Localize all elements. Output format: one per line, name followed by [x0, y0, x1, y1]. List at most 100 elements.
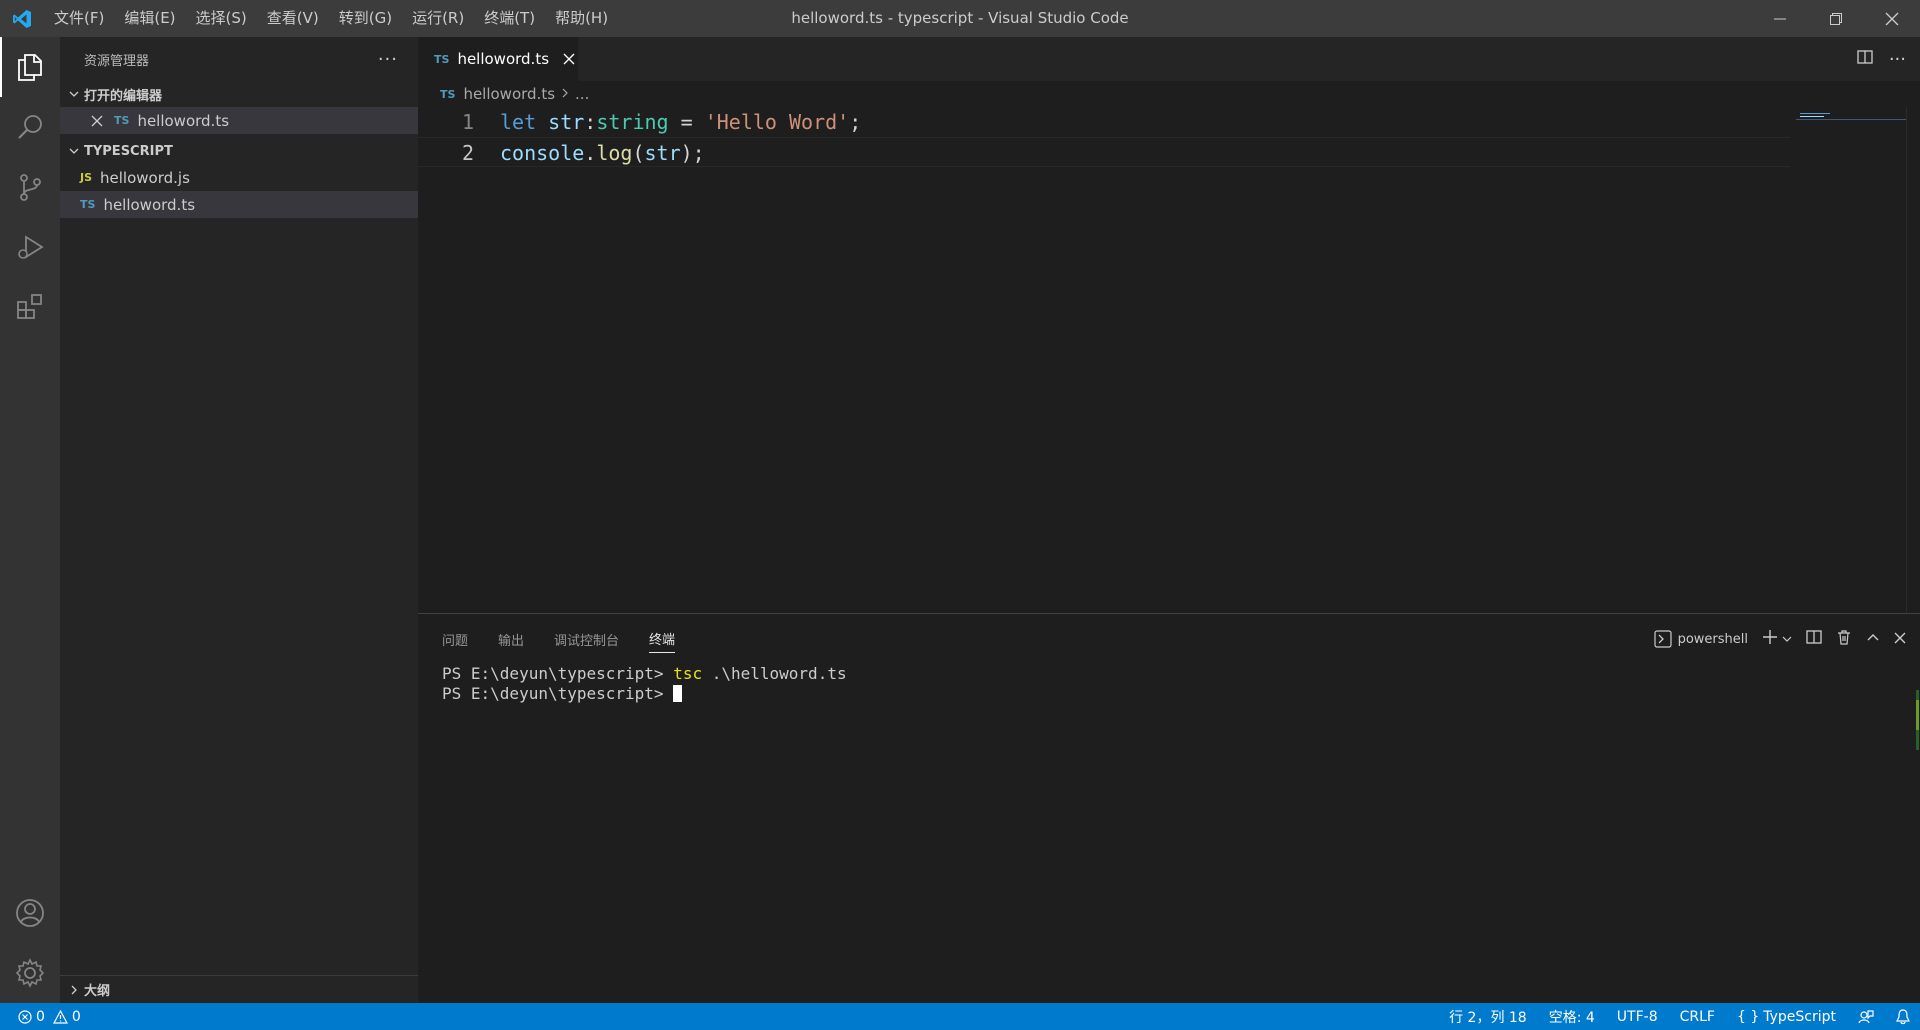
menu-view[interactable]: 查看(V) [257, 0, 329, 37]
file-item[interactable]: TS helloword.ts [60, 191, 418, 218]
breadcrumb-chevron-icon [561, 85, 569, 103]
menu-run[interactable]: 运行(R) [402, 0, 474, 37]
editor-tab-bar: TS helloword.ts ··· [418, 37, 1920, 81]
error-icon [18, 1009, 32, 1024]
language-mode[interactable]: { } TypeScript [1737, 1009, 1836, 1025]
explorer-button[interactable] [0, 37, 60, 97]
files-icon [18, 54, 42, 81]
shell-name: powershell [1677, 631, 1748, 647]
line-number: 2 [461, 141, 474, 165]
panel-actions: powershell [1653, 614, 1906, 664]
terminal-line: PS E:\deyun\typescript> tsc .\helloword.… [442, 664, 1920, 684]
language-label: TypeScript [1763, 1008, 1836, 1025]
tab-problems[interactable]: 问题 [442, 626, 468, 653]
bell-icon[interactable] [1896, 1008, 1910, 1025]
tab-label: helloword.ts [457, 50, 550, 68]
encoding[interactable]: UTF-8 [1617, 1009, 1658, 1025]
breadcrumb-rest[interactable]: ... [575, 85, 589, 103]
feedback-icon[interactable] [1858, 1009, 1874, 1025]
folder-label: TYPESCRIPT [84, 143, 173, 159]
chevron-down-icon [64, 88, 84, 100]
terminal-scrollbar[interactable] [1910, 690, 1920, 750]
outline-header[interactable]: 大纲 [60, 975, 418, 1003]
warning-icon [52, 1009, 68, 1024]
maximize-panel-icon[interactable] [1866, 630, 1880, 648]
tab-terminal[interactable]: 终端 [649, 625, 676, 653]
folder-header[interactable]: TYPESCRIPT [60, 138, 418, 164]
terminal-command: tsc [673, 664, 703, 683]
terminal-line: PS E:\deyun\typescript> [442, 684, 1920, 704]
outline-label: 大纲 [84, 984, 111, 999]
split-editor-icon[interactable] [1857, 49, 1873, 69]
editor-tab[interactable]: TS helloword.ts [418, 37, 578, 81]
typescript-file-icon: TS [114, 114, 130, 127]
code-editor[interactable]: 1 let str:string = 'Hello Word'; 2 console.… [418, 107, 1920, 167]
new-terminal-icon[interactable] [1762, 629, 1778, 649]
breadcrumb-file[interactable]: helloword.ts [463, 85, 555, 103]
code-token: string [596, 110, 669, 134]
terminal-prompt: PS E:\deyun\typescript> [442, 664, 674, 683]
open-editors-header[interactable]: 打开的编辑器 [60, 81, 418, 107]
gear-icon [15, 958, 45, 988]
search-icon [18, 115, 42, 139]
tab-debug-console[interactable]: 调试控制台 [554, 626, 619, 653]
terminal-shell-select[interactable]: powershell [1653, 630, 1748, 648]
minimap[interactable] [1796, 107, 1906, 167]
warning-count: 0 [71, 1008, 81, 1025]
minimize-button[interactable] [1752, 0, 1808, 37]
code-line[interactable]: 2 console.log(str); [418, 137, 1790, 167]
problems-status[interactable]: 0 0 [0, 1009, 81, 1025]
line-ending[interactable]: CRLF [1680, 1009, 1715, 1025]
more-actions-icon[interactable]: ··· [1889, 49, 1906, 70]
code-line[interactable]: 1 let str:string = 'Hello Word'; [418, 107, 1920, 137]
trash-icon[interactable] [1836, 629, 1852, 649]
menu-go[interactable]: 转到(G) [329, 0, 402, 37]
menu-help[interactable]: 帮助(H) [545, 0, 618, 37]
more-actions-icon[interactable]: ··· [378, 49, 398, 70]
line-number: 1 [461, 110, 474, 134]
error-count: 0 [36, 1008, 45, 1025]
code-token: str [644, 141, 681, 165]
cursor-position[interactable]: 行 2，列 18 [1449, 1007, 1527, 1027]
close-panel-icon[interactable] [1894, 630, 1906, 648]
code-token: str [548, 110, 585, 134]
menu-bar: 文件(F) 编辑(E) 选择(S) 查看(V) 转到(G) 运行(R) 终端(T… [44, 0, 618, 37]
close-window-button[interactable] [1864, 0, 1920, 37]
vscode-logo-icon[interactable] [0, 0, 44, 37]
panel-tabs: 问题 输出 调试控制台 终端 powershell [418, 614, 1920, 664]
terminal-output[interactable]: PS E:\deyun\typescript> tsc .\helloword.… [418, 664, 1920, 704]
extensions-button[interactable] [0, 277, 60, 337]
terminal-icon [1653, 630, 1672, 648]
typescript-file-icon: TS [440, 87, 456, 101]
bottom-panel: 问题 输出 调试控制台 终端 powershell PS E:\deyun\ty… [418, 613, 1920, 1003]
javascript-file-icon: JS [80, 171, 93, 184]
chevron-down-icon[interactable] [1782, 630, 1792, 648]
restore-button[interactable] [1808, 0, 1864, 37]
code-token: : [584, 110, 597, 134]
tab-output[interactable]: 输出 [498, 626, 524, 653]
file-item[interactable]: JS helloword.js [60, 164, 418, 191]
menu-edit[interactable]: 编辑(E) [114, 0, 185, 37]
file-name: helloword.ts [103, 195, 196, 214]
menu-file[interactable]: 文件(F) [44, 0, 114, 37]
indentation[interactable]: 空格: 4 [1549, 1007, 1595, 1027]
run-debug-icon [18, 235, 44, 259]
minimize-icon [1774, 18, 1786, 19]
close-editor-icon[interactable] [86, 115, 108, 127]
source-control-button[interactable] [0, 157, 60, 217]
code-token: let [500, 110, 537, 134]
menu-selection[interactable]: 选择(S) [186, 0, 257, 37]
accounts-button[interactable] [0, 883, 60, 943]
search-button[interactable] [0, 97, 60, 157]
close-tab-icon[interactable] [559, 49, 578, 69]
editor-scrollbar[interactable] [1906, 107, 1920, 613]
run-debug-button[interactable] [0, 217, 60, 277]
line-source: let str:string = 'Hello Word'; [484, 107, 861, 137]
manage-button[interactable] [0, 943, 60, 1003]
terminal-cursor [673, 685, 683, 702]
editor-area: TS helloword.ts ··· TS helloword.ts ... … [418, 37, 1920, 613]
split-terminal-icon[interactable] [1806, 629, 1822, 649]
code-token: ); [680, 141, 705, 165]
menu-terminal[interactable]: 终端(T) [474, 0, 545, 37]
open-editor-item[interactable]: TS helloword.ts [60, 107, 418, 134]
